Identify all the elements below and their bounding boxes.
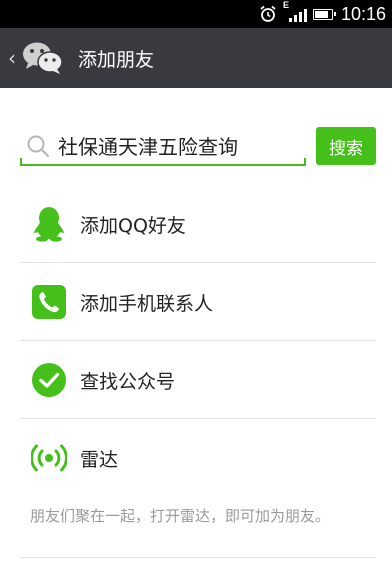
status-bar: E 10:16 (0, 0, 392, 28)
phone-icon (31, 284, 67, 320)
search-row: 搜索 (0, 124, 392, 168)
add-friend-menu: 添加QQ好友 添加手机联系人 查找公众号 雷达 (0, 185, 392, 497)
title-bar: ‹ 添加朋友 (0, 28, 392, 88)
radar-hint-text: 朋友们聚在一起，打开雷达，即可加为朋友。 (30, 507, 331, 525)
search-icon (27, 135, 50, 158)
menu-item-label: 添加QQ好友 (80, 214, 186, 237)
menu-item-label: 添加手机联系人 (80, 292, 214, 315)
menu-item-label: 雷达 (80, 448, 119, 471)
menu-item-radar[interactable]: 雷达 (0, 419, 392, 497)
radar-icon (31, 440, 67, 476)
status-icons: E 10:16 (259, 0, 386, 28)
divider (20, 557, 376, 558)
alarm-icon (260, 5, 276, 22)
page-title: 添加朋友 (78, 48, 155, 71)
signal-icon: E (283, 0, 307, 24)
menu-item-label: 查找公众号 (80, 370, 176, 393)
clock: 10:16 (340, 3, 386, 24)
wechat-logo-icon (23, 42, 63, 74)
search-button[interactable]: 搜索 (316, 127, 376, 165)
search-box (20, 126, 306, 166)
qq-penguin-icon (31, 206, 67, 242)
back-button[interactable]: ‹ (0, 28, 68, 88)
battery-icon (312, 8, 336, 20)
check-circle-icon (31, 362, 67, 398)
menu-item-add-qq-friend[interactable]: 添加QQ好友 (0, 185, 392, 263)
search-input[interactable] (58, 130, 298, 160)
menu-item-find-official-account[interactable]: 查找公众号 (0, 341, 392, 419)
battery-level (314, 10, 328, 18)
back-arrow-icon: ‹ (8, 46, 16, 70)
menu-item-add-phone-contact[interactable]: 添加手机联系人 (0, 263, 392, 341)
